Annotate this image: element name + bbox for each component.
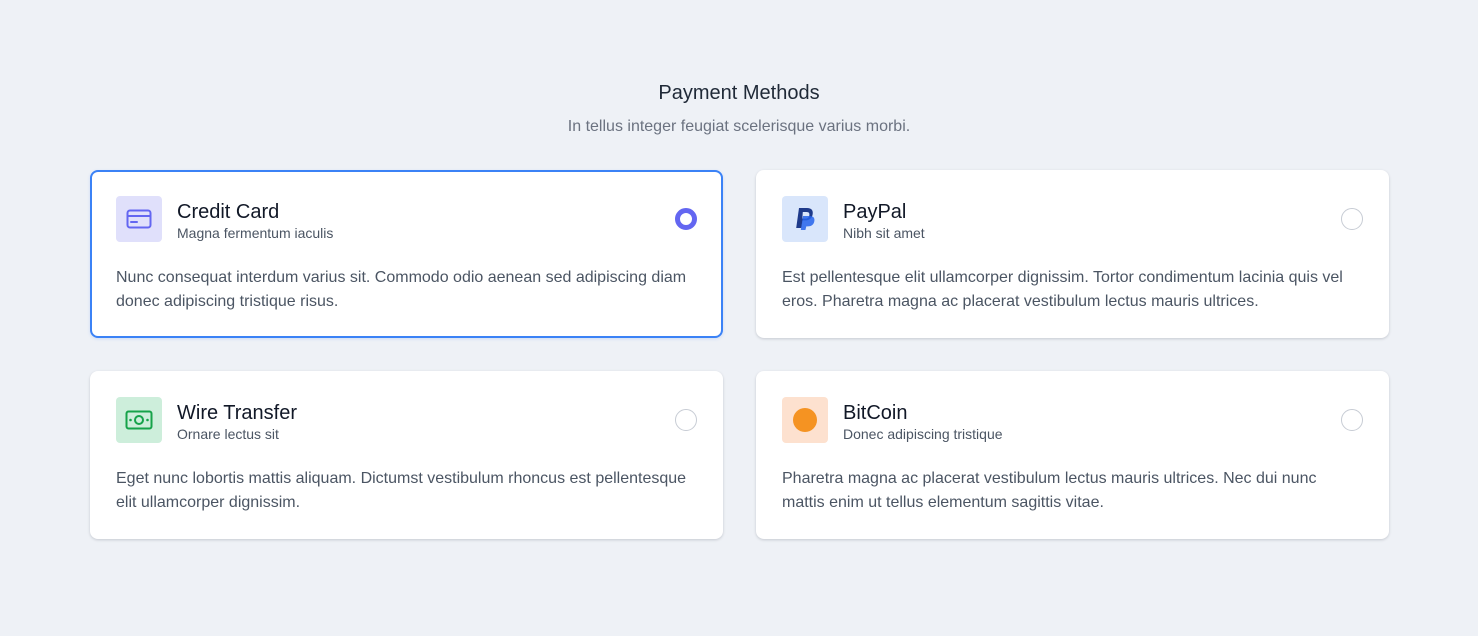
payment-option-wire-transfer[interactable]: Wire Transfer Ornare lectus sit Eget nun… [90, 371, 723, 539]
payment-option-description: Nunc consequat interdum varius sit. Comm… [116, 269, 687, 310]
payment-option-title: PayPal [843, 201, 907, 223]
radio-bitcoin[interactable] [1341, 409, 1363, 431]
radio-paypal[interactable] [1341, 208, 1363, 230]
page-title: Payment Methods [658, 82, 820, 104]
bitcoin-icon [782, 397, 828, 443]
payment-option-credit-card[interactable]: Credit Card Magna fermentum iaculis Nunc… [90, 170, 723, 338]
payment-option-description: Pharetra magna ac placerat vestibulum le… [782, 470, 1317, 511]
payment-option-paypal[interactable]: PayPal Nibh sit amet Est pellentesque el… [756, 170, 1389, 338]
payment-option-subtitle: Nibh sit amet [843, 225, 925, 241]
payment-option-subtitle: Ornare lectus sit [177, 426, 279, 442]
payment-option-subtitle: Magna fermentum iaculis [177, 225, 334, 241]
payment-methods-page: Payment Methods In tellus integer feugia… [0, 0, 1478, 636]
payment-option-title: BitCoin [843, 402, 908, 424]
payment-option-description: Est pellentesque elit ullamcorper dignis… [782, 269, 1343, 310]
credit-card-icon [116, 196, 162, 242]
payment-methods-grid: Credit Card Magna fermentum iaculis Nunc… [90, 170, 1390, 539]
payment-option-subtitle: Donec adipiscing tristique [843, 426, 1003, 442]
payment-option-description: Eget nunc lobortis mattis aliquam. Dictu… [116, 470, 687, 511]
paypal-icon [782, 196, 828, 242]
payment-option-title: Wire Transfer [177, 402, 298, 424]
radio-credit-card[interactable] [675, 208, 697, 230]
header: Payment Methods In tellus integer feugia… [0, 80, 1478, 138]
payment-option-title: Credit Card [177, 201, 280, 223]
page-subtitle: In tellus integer feugiat scelerisque va… [567, 118, 911, 135]
radio-wire-transfer[interactable] [675, 409, 697, 431]
banknote-icon [116, 397, 162, 443]
payment-option-bitcoin[interactable]: BitCoin Donec adipiscing tristique Phare… [756, 371, 1389, 539]
